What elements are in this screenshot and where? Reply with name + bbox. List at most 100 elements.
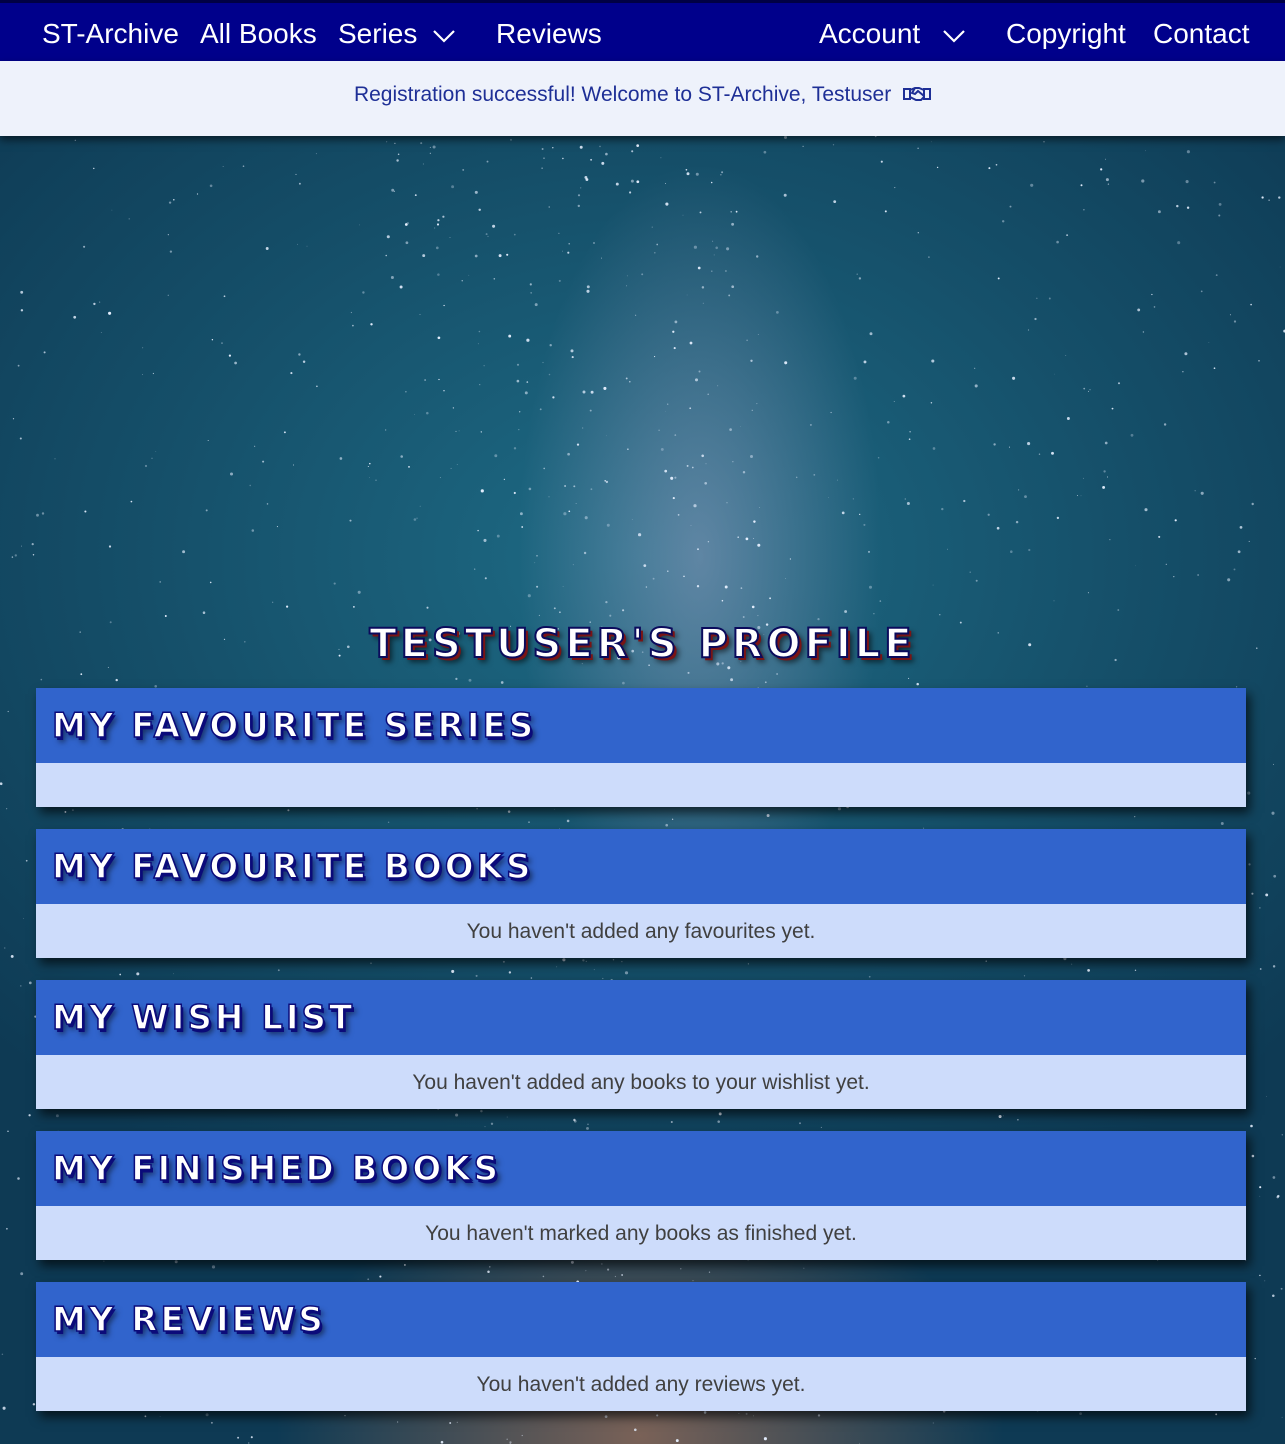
star xyxy=(931,359,935,363)
star xyxy=(667,570,669,572)
star xyxy=(1258,359,1260,362)
star xyxy=(496,534,500,538)
star xyxy=(573,485,576,488)
star xyxy=(108,311,112,315)
star xyxy=(863,523,866,526)
star xyxy=(40,678,43,681)
star xyxy=(906,501,910,506)
star xyxy=(476,807,478,810)
star xyxy=(720,174,722,176)
star xyxy=(567,452,570,456)
star xyxy=(1080,184,1083,187)
star xyxy=(287,809,290,812)
star xyxy=(1053,600,1055,602)
star xyxy=(349,519,352,522)
star xyxy=(626,275,628,277)
star xyxy=(54,458,56,460)
star xyxy=(518,428,520,431)
star xyxy=(641,273,644,276)
star xyxy=(1272,1176,1276,1179)
star xyxy=(41,512,45,515)
star xyxy=(1248,540,1250,542)
star xyxy=(1036,297,1038,299)
star xyxy=(32,554,35,556)
star xyxy=(1213,181,1216,184)
flash-message: Registration successful! Welcome to ST-A… xyxy=(354,82,932,108)
account-chevron-down-icon[interactable] xyxy=(942,29,966,43)
star xyxy=(1087,592,1089,594)
star xyxy=(880,160,883,163)
star xyxy=(562,958,566,962)
star xyxy=(566,819,570,823)
star xyxy=(414,194,417,197)
star xyxy=(717,385,719,387)
star xyxy=(435,246,439,250)
star xyxy=(783,193,787,197)
nav-copyright[interactable]: Copyright xyxy=(1006,17,1126,51)
nav-contact[interactable]: Contact xyxy=(1153,17,1250,51)
star xyxy=(385,254,387,257)
star xyxy=(55,1114,59,1118)
star xyxy=(1250,303,1252,306)
star xyxy=(23,918,24,920)
star xyxy=(528,487,532,491)
star xyxy=(904,498,906,500)
star xyxy=(564,485,567,487)
nav-all-books[interactable]: All Books xyxy=(200,17,317,51)
profile-title: Testuser's Profile xyxy=(368,620,916,668)
star xyxy=(721,171,724,174)
star xyxy=(1048,297,1051,300)
star xyxy=(671,818,674,820)
star xyxy=(726,502,728,504)
star xyxy=(627,448,629,450)
star xyxy=(83,245,86,248)
nav-series[interactable]: Series xyxy=(338,17,417,51)
nav-reviews[interactable]: Reviews xyxy=(496,17,602,51)
star xyxy=(1083,209,1085,211)
star xyxy=(172,973,174,975)
star xyxy=(1017,1119,1019,1121)
star xyxy=(932,447,936,450)
star xyxy=(728,294,731,297)
star xyxy=(403,1263,406,1266)
star xyxy=(665,823,669,827)
finished-books-section: My Finished Books You haven't marked any… xyxy=(36,1131,1246,1260)
star xyxy=(490,1122,494,1125)
star xyxy=(585,960,587,963)
star xyxy=(601,161,605,165)
star xyxy=(1015,520,1019,524)
star xyxy=(1233,320,1237,323)
star xyxy=(868,585,873,589)
star xyxy=(391,188,395,192)
star xyxy=(12,418,15,420)
star xyxy=(908,677,910,679)
star xyxy=(817,1414,821,1417)
star xyxy=(7,710,9,713)
section-title: My Reviews xyxy=(51,1299,326,1341)
star xyxy=(1002,1115,1004,1117)
star xyxy=(1086,685,1088,688)
star xyxy=(751,409,753,411)
star xyxy=(702,302,704,304)
star xyxy=(602,977,604,980)
series-chevron-down-icon[interactable] xyxy=(432,29,456,43)
star xyxy=(583,551,587,555)
brand-link[interactable]: ST-Archive xyxy=(42,17,179,51)
star xyxy=(1105,178,1109,182)
star xyxy=(93,302,96,306)
star xyxy=(458,430,460,432)
star xyxy=(766,814,770,817)
nav-account[interactable]: Account xyxy=(819,17,920,51)
star xyxy=(1237,550,1241,554)
star xyxy=(674,476,677,479)
star xyxy=(254,445,256,447)
star xyxy=(509,1441,512,1444)
star xyxy=(529,283,532,286)
star xyxy=(585,178,589,181)
star xyxy=(272,601,274,603)
star xyxy=(988,167,991,170)
star xyxy=(449,237,451,238)
star xyxy=(513,447,517,450)
star xyxy=(638,533,642,537)
empty-message: You haven't added any reviews yet. xyxy=(476,1373,806,1396)
